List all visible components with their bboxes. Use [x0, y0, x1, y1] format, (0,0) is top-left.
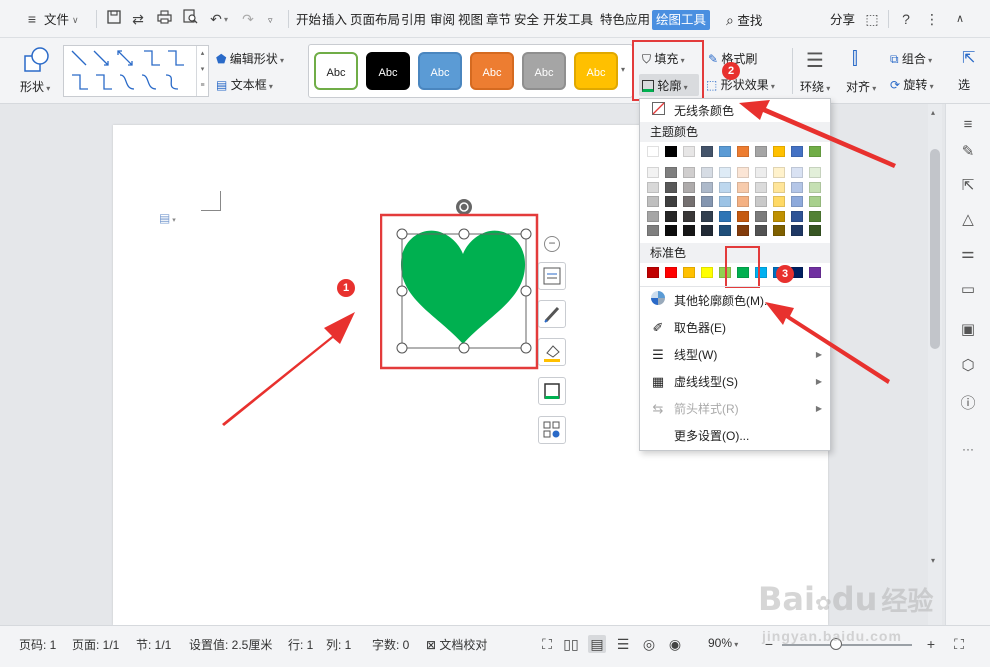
paw-icon: ✿	[814, 591, 832, 615]
status-column[interactable]: 列: 1	[326, 636, 351, 653]
zoom-level[interactable]: 90% ▾	[708, 636, 738, 650]
step-badge-3: 3	[776, 265, 794, 283]
status-section[interactable]: 节: 1/1	[136, 636, 171, 653]
red-arrows	[222, 100, 896, 426]
proofread-button[interactable]: ⊠ 文档校对	[426, 636, 487, 653]
focus-mode-icon[interactable]: ⛶	[538, 635, 556, 653]
web-view-icon[interactable]: ◎	[640, 635, 658, 653]
baidu-watermark: Bai✿du 经验 jingyan.baidu.com	[758, 580, 934, 644]
step-badge-1: 1	[337, 279, 355, 297]
page-view-icon[interactable]: ▤	[588, 635, 606, 653]
eye-protect-icon[interactable]: ◉	[666, 635, 684, 653]
status-row[interactable]: 行: 1	[288, 636, 313, 653]
annotation-arrows	[222, 100, 896, 426]
arrow-to-heart	[222, 312, 355, 426]
status-page[interactable]: 页面: 1/1	[72, 636, 119, 653]
step-badge-2: 2	[722, 62, 740, 80]
proofread-icon: ⊠	[426, 638, 437, 652]
fit-window-icon[interactable]: ⛶	[950, 635, 968, 653]
read-mode-icon[interactable]: ▯▯	[562, 635, 580, 653]
arrow-to-more-colors	[765, 302, 890, 384]
arrow-to-outline	[739, 100, 896, 168]
status-page-number[interactable]: 页码: 1	[19, 636, 56, 653]
status-word-count[interactable]: 字数: 0	[372, 636, 409, 653]
outline-view-icon[interactable]: ☰	[614, 635, 632, 653]
status-setting[interactable]: 设置值: 2.5厘米	[189, 636, 272, 653]
